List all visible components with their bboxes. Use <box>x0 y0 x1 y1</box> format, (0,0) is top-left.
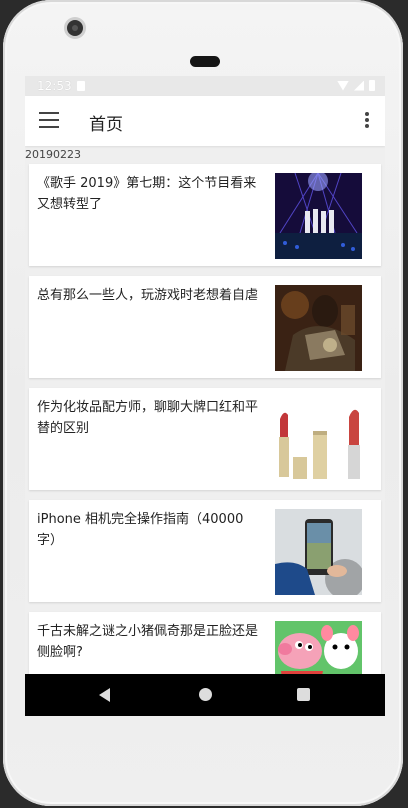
device-screen: 12:53 首页 20190223 《歌手 2019》第七期：这个节目看来又想转… <box>25 76 385 716</box>
article-card[interactable]: 《歌手 2019》第七期：这个节目看来又想转型了 <box>29 164 381 266</box>
status-time: 12:53 <box>37 79 72 93</box>
article-title: 总有那么一些人，玩游戏时老想着自虐 <box>37 288 259 303</box>
system-navigation-bar <box>25 674 385 716</box>
status-bar: 12:53 <box>25 76 385 96</box>
article-title: iPhone 相机完全操作指南（40000 字） <box>37 512 244 548</box>
signal-icon <box>354 80 364 91</box>
wifi-icon <box>337 80 349 91</box>
front-camera <box>67 20 83 36</box>
article-card[interactable]: 作为化妆品配方师，聊聊大牌口红和平替的区别 <box>29 388 381 490</box>
home-button[interactable] <box>199 688 212 701</box>
system-icons <box>337 80 375 91</box>
sd-card-icon <box>77 81 85 91</box>
armored-character-image <box>275 285 362 371</box>
app-bar: 首页 <box>25 96 385 146</box>
article-title: 千古未解之谜之小猪佩奇那是正脸还是侧脸啊? <box>37 624 259 660</box>
page-title: 首页 <box>89 115 123 135</box>
earpiece-speaker <box>190 56 220 67</box>
concert-stage-image <box>275 173 362 259</box>
article-card[interactable]: 总有那么一些人，玩游戏时老想着自虐 <box>29 276 381 378</box>
lipsticks-image <box>275 397 362 483</box>
article-title: 《歌手 2019》第七期：这个节目看来又想转型了 <box>37 176 257 212</box>
feed-date: 20190223 <box>25 148 81 161</box>
back-button[interactable] <box>99 688 110 702</box>
article-card[interactable]: iPhone 相机完全操作指南（40000 字） <box>29 500 381 602</box>
phone-camera-image <box>275 509 362 595</box>
article-title: 作为化妆品配方师，聊聊大牌口红和平替的区别 <box>37 400 259 436</box>
battery-icon <box>369 80 375 91</box>
recent-apps-button[interactable] <box>297 688 310 701</box>
phone-frame: 12:53 首页 20190223 《歌手 2019》第七期：这个节目看来又想转… <box>3 0 403 806</box>
hamburger-menu-icon[interactable] <box>39 111 59 129</box>
more-options-icon[interactable] <box>365 112 369 130</box>
